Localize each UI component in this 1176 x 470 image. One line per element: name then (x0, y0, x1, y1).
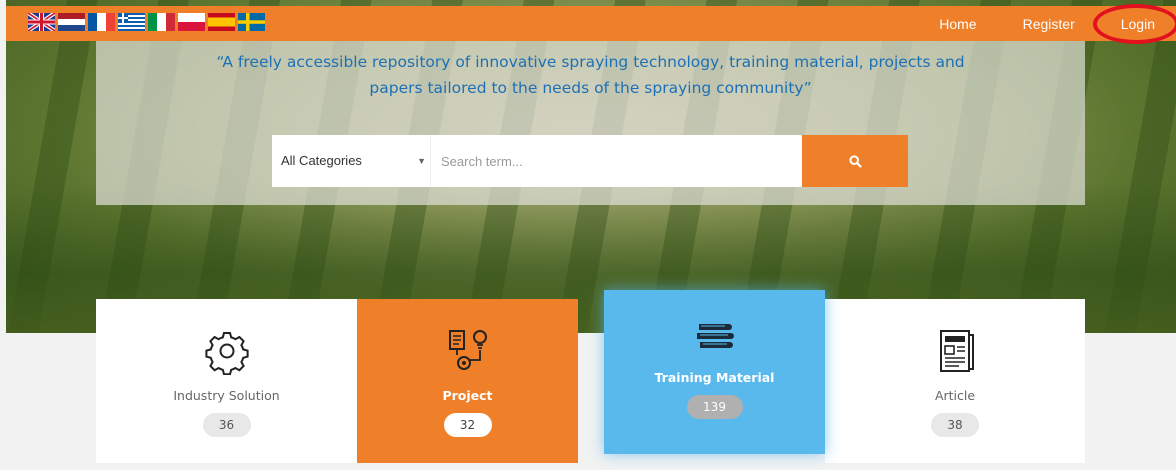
search-button[interactable] (802, 135, 908, 187)
banner-panel: “A freely accessible repository of innov… (96, 41, 1085, 205)
tile-label: Training Material (654, 370, 775, 385)
tile-label: Article (934, 388, 976, 403)
nav-register-link[interactable]: Register (1023, 16, 1075, 32)
count-badge: 139 (686, 395, 743, 419)
tagline: “A freely accessible repository of innov… (96, 49, 1085, 101)
netherlands-flag-icon[interactable] (58, 13, 85, 31)
search-input[interactable] (430, 135, 802, 187)
uk-flag-icon[interactable] (28, 13, 55, 31)
category-select[interactable]: All Categories ▼ (272, 135, 430, 187)
newspaper-icon (940, 330, 974, 372)
count-badge: 36 (202, 413, 251, 437)
tile-label: Project (442, 388, 493, 403)
tile-label: Industry Solution (173, 388, 280, 403)
caret-down-icon: ▼ (417, 156, 426, 166)
gear-icon (204, 332, 249, 375)
sweden-flag-icon[interactable] (238, 13, 265, 31)
tile-article[interactable]: Article 38 (825, 299, 1085, 463)
language-flags (28, 13, 265, 31)
project-icon (448, 330, 487, 370)
search-bar: All Categories ▼ (272, 135, 908, 187)
tile-project[interactable]: Project 32 (357, 299, 578, 463)
tile-training-material[interactable]: Training Material 139 (604, 290, 825, 454)
login-highlight-annotation (1093, 4, 1176, 44)
poland-flag-icon[interactable] (178, 13, 205, 31)
category-select-value: All Categories (281, 153, 362, 168)
tile-industry-solution[interactable]: Industry Solution 36 (96, 299, 357, 463)
category-tiles: Industry Solution 36 Project 32 Training… (96, 290, 1085, 463)
spain-flag-icon[interactable] (208, 13, 235, 31)
top-bar: Home Register Login (6, 6, 1176, 41)
tagline-line-2: papers tailored to the needs of the spra… (369, 79, 812, 97)
count-badge: 32 (443, 413, 492, 437)
france-flag-icon[interactable] (88, 13, 115, 31)
nav-home-link[interactable]: Home (939, 16, 976, 32)
count-badge: 38 (931, 413, 979, 437)
italy-flag-icon[interactable] (148, 13, 175, 31)
greece-flag-icon[interactable] (118, 13, 145, 31)
tagline-line-1: “A freely accessible repository of innov… (216, 53, 965, 71)
search-icon (848, 154, 862, 168)
books-icon (696, 324, 734, 348)
